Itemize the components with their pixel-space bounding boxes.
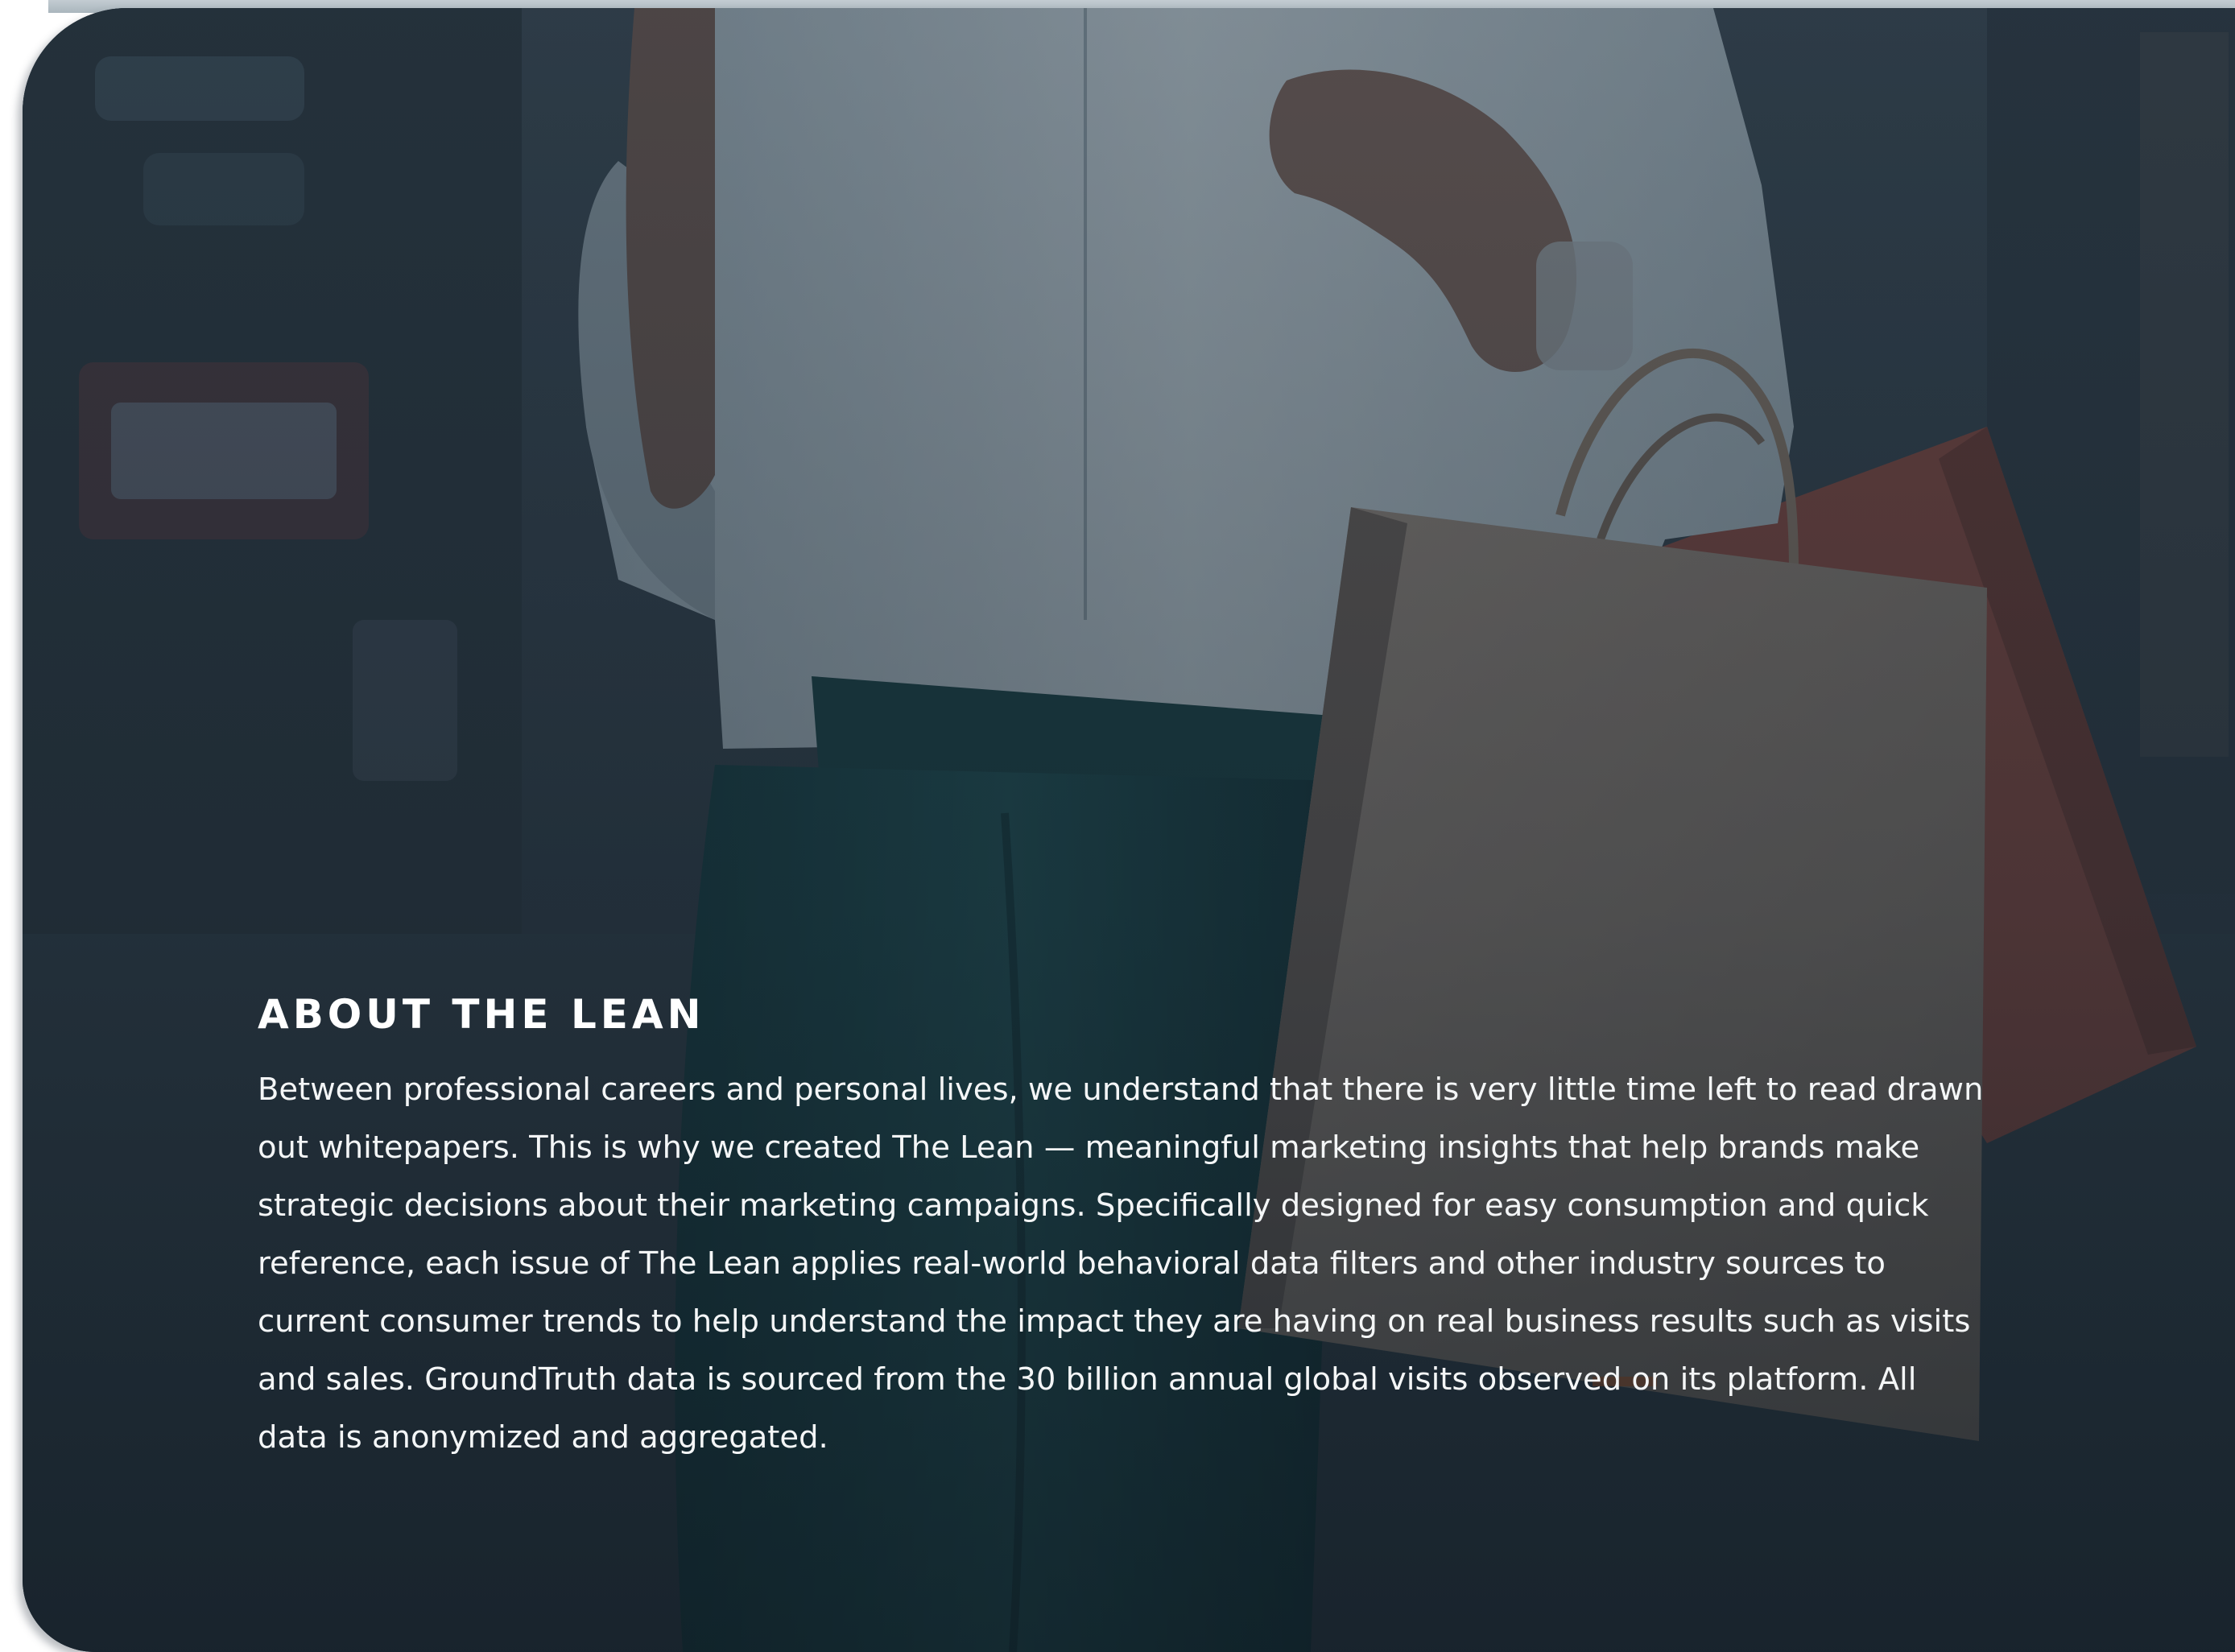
about-heading: ABOUT THE LEAN (258, 991, 705, 1038)
page: ABOUT THE LEAN Between professional care… (0, 0, 2235, 1652)
about-card: ABOUT THE LEAN Between professional care… (23, 8, 2235, 1652)
about-text-block: ABOUT THE LEAN Between professional care… (258, 990, 1989, 1467)
about-paragraph: Between professional careers and persona… (258, 1072, 1984, 1456)
